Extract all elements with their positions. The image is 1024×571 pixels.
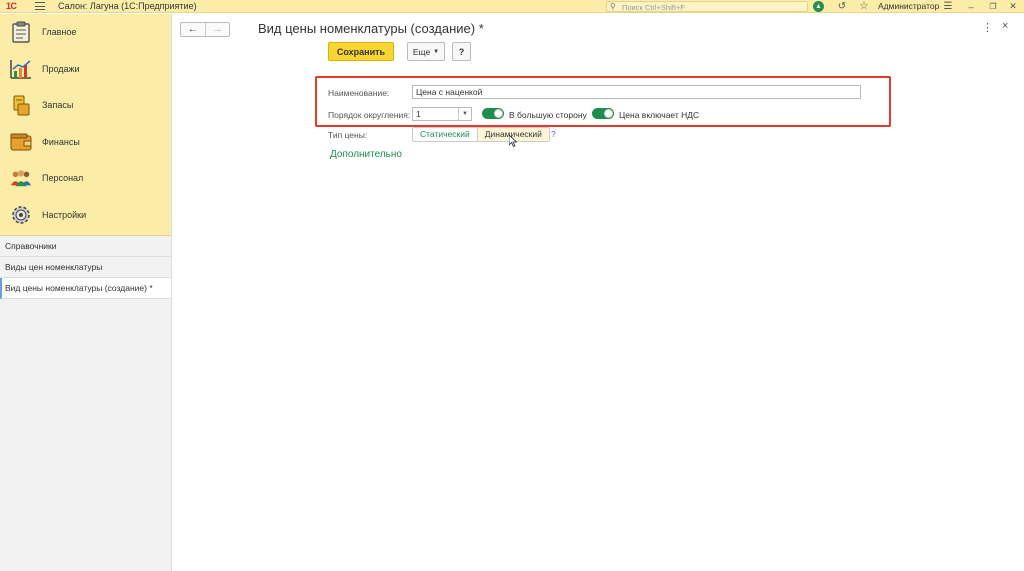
section-label: Финансы xyxy=(42,136,80,147)
minimize-icon[interactable]: – xyxy=(966,0,976,13)
mouse-cursor-icon xyxy=(509,135,517,147)
section-label: Настройки xyxy=(42,209,87,220)
sidebar: Главное Продажи Запасы Финансы Персонал xyxy=(0,14,172,571)
nav-item-price-type-create[interactable]: Вид цены номенклатуры (создание) * xyxy=(0,278,171,299)
vat-included-toggle[interactable] xyxy=(592,108,614,119)
rounding-label: Порядок округления: xyxy=(328,110,411,120)
settings-menu-icon[interactable]: ☰ xyxy=(942,0,954,13)
history-icon[interactable]: ↺ xyxy=(836,0,848,13)
vat-included-label: Цена включает НДС xyxy=(619,110,700,120)
section-settings[interactable]: Настройки xyxy=(0,197,171,234)
wallet-icon xyxy=(10,131,32,153)
chevron-down-icon: ▼ xyxy=(433,48,440,55)
close-window-icon[interactable]: ✕ xyxy=(1008,0,1018,13)
section-label: Продажи xyxy=(42,63,80,74)
back-arrow-icon[interactable]: ← xyxy=(181,23,206,36)
clipboard-icon xyxy=(10,21,32,43)
stock-icon xyxy=(10,94,32,116)
section-main[interactable]: Главное xyxy=(0,14,171,51)
title-bar: 1С Салон: Лагуна (1С:Предприятие) ⚲ Поис… xyxy=(0,0,1024,13)
close-form-icon[interactable]: × xyxy=(1002,20,1008,32)
global-search-input[interactable]: ⚲ Поиск Ctrl+Shift+F xyxy=(606,1,808,12)
price-type-help[interactable]: ? xyxy=(551,129,556,139)
nav-item-catalogs[interactable]: Справочники xyxy=(0,236,171,257)
more-actions-icon[interactable]: ⋮ xyxy=(982,21,993,34)
app-title: Салон: Лагуна (1С:Предприятие) xyxy=(58,1,197,11)
name-label: Наименование: xyxy=(328,88,390,98)
section-stock[interactable]: Запасы xyxy=(0,87,171,124)
search-placeholder: Поиск Ctrl+Shift+F xyxy=(622,3,685,12)
nav-item-price-types[interactable]: Виды цен номенклатуры xyxy=(0,257,171,278)
round-up-label: В большую сторону xyxy=(509,110,587,120)
notifications-bell-icon[interactable]: ▲ xyxy=(812,0,825,13)
section-label: Персонал xyxy=(42,173,84,184)
current-user[interactable]: Администратор xyxy=(878,1,939,11)
rounding-select[interactable]: 1 ▼ xyxy=(412,107,472,121)
section-panel: Главное Продажи Запасы Финансы Персонал xyxy=(0,14,171,236)
additional-section-link[interactable]: Дополнительно xyxy=(330,149,402,160)
more-button-label: Еще xyxy=(412,46,431,57)
sales-chart-icon xyxy=(10,58,32,80)
chevron-down-icon[interactable]: ▼ xyxy=(458,108,471,120)
search-icon: ⚲ xyxy=(610,2,616,11)
restore-icon[interactable]: ❐ xyxy=(988,0,998,13)
favorites-star-icon[interactable]: ☆ xyxy=(858,0,870,13)
gear-icon xyxy=(10,204,32,226)
section-label: Главное xyxy=(42,27,77,38)
section-label: Запасы xyxy=(42,100,74,111)
price-type-static[interactable]: Статический xyxy=(413,128,478,141)
round-up-toggle[interactable] xyxy=(482,108,504,119)
help-button[interactable]: ? xyxy=(452,42,471,61)
price-type-label: Тип цены: xyxy=(328,130,368,140)
name-input[interactable]: Цена с наценкой xyxy=(412,85,861,99)
hamburger-menu-icon[interactable] xyxy=(35,2,45,10)
form-title: Вид цены номенклатуры (создание) * xyxy=(258,21,484,36)
section-personnel[interactable]: Персонал xyxy=(0,160,171,197)
section-finance[interactable]: Финансы xyxy=(0,124,171,161)
history-nav: ← → xyxy=(180,22,230,37)
main-form: ← → Вид цены номенклатуры (создание) * ⋮… xyxy=(172,14,1024,571)
price-type-switch: Статический Динамический xyxy=(412,127,550,142)
section-sales[interactable]: Продажи xyxy=(0,51,171,88)
app-logo: 1С xyxy=(6,1,17,11)
people-icon xyxy=(10,167,32,189)
more-button[interactable]: Еще ▼ xyxy=(407,42,445,61)
rounding-value: 1 xyxy=(416,109,421,119)
save-button[interactable]: Сохранить xyxy=(328,42,394,61)
open-windows-list: Справочники Виды цен номенклатуры Вид це… xyxy=(0,236,171,299)
forward-arrow-icon[interactable]: → xyxy=(206,23,230,36)
